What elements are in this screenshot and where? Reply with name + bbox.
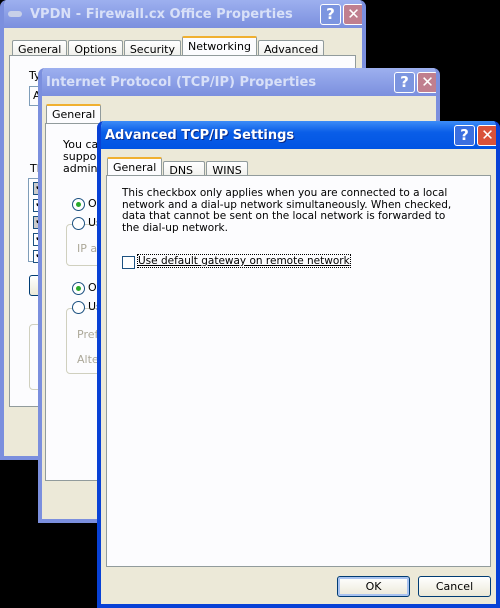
network-icon — [8, 11, 22, 17]
description-text: This checkbox only applies when you are … — [122, 187, 452, 234]
close-button[interactable]: ✕ — [477, 125, 496, 146]
ok-button[interactable]: OK — [337, 576, 410, 597]
obtain-ip-auto-radio[interactable] — [72, 198, 85, 211]
title-bar[interactable]: VPDN - Firewall.cx Office Properties — [4, 0, 362, 28]
title-bar[interactable]: Advanced TCP/IP Settings — [101, 121, 496, 149]
close-button[interactable]: ✕ — [343, 4, 362, 25]
use-dns-radio[interactable] — [72, 301, 85, 314]
cancel-button[interactable]: Cancel — [418, 576, 491, 597]
use-ip-radio[interactable] — [72, 217, 85, 230]
default-gateway-checkbox[interactable] — [122, 256, 135, 269]
window-title: Advanced TCP/IP Settings — [105, 127, 295, 143]
window-title: VPDN - Firewall.cx Office Properties — [30, 6, 293, 22]
general-panel: This checkbox only applies when you are … — [106, 175, 491, 567]
help-button[interactable]: ? — [320, 4, 341, 25]
obtain-dns-auto-radio[interactable] — [72, 282, 85, 295]
window-title: Internet Protocol (TCP/IP) Properties — [46, 74, 317, 90]
help-button[interactable]: ? — [454, 125, 475, 146]
advanced-tcpip-window: Advanced TCP/IP Settings ? ✕ General DNS… — [97, 121, 500, 608]
help-button[interactable]: ? — [394, 72, 415, 93]
default-gateway-label[interactable]: Use default gateway on remote network — [137, 254, 351, 268]
close-button[interactable]: ✕ — [417, 72, 436, 93]
title-bar[interactable]: Internet Protocol (TCP/IP) Properties — [42, 68, 436, 96]
